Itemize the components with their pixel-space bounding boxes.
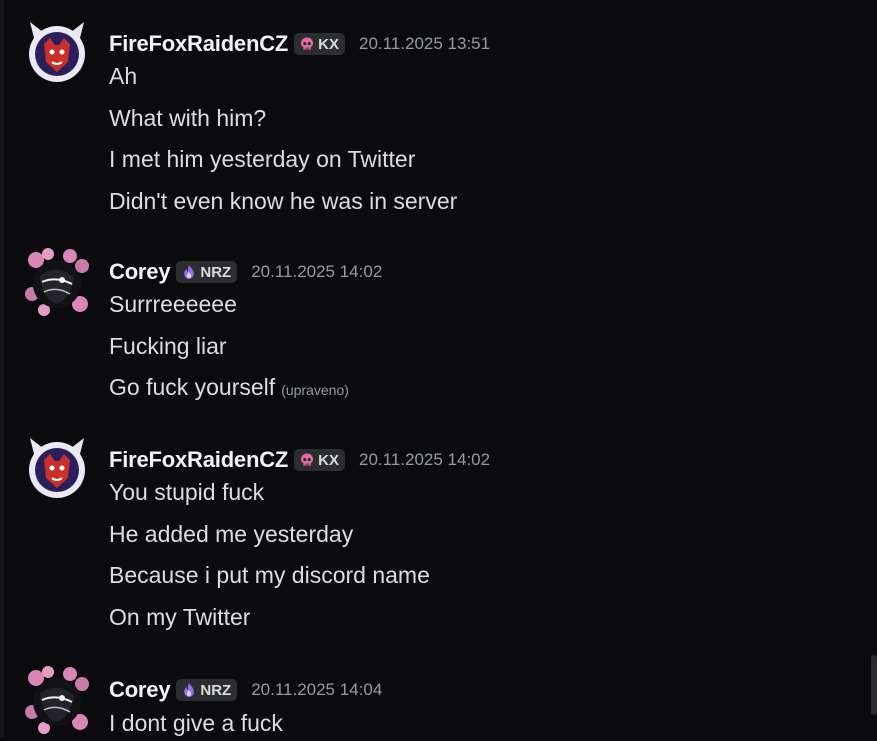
username[interactable]: Corey bbox=[109, 259, 171, 285]
timestamp[interactable]: 20.11.2025 13:51 bbox=[359, 34, 490, 54]
message-header: FireFoxRaidenCZ KX 20.11.2025 14:02 bbox=[109, 446, 490, 474]
message-text: Go fuck yourself bbox=[109, 374, 276, 400]
message-line: He added me yesterday bbox=[109, 521, 354, 547]
edited-label: (upraveno) bbox=[281, 382, 349, 398]
clan-tag-label: NRZ bbox=[200, 681, 232, 699]
message-line: Because i put my discord name bbox=[109, 562, 430, 588]
red-fox-avatar[interactable] bbox=[22, 18, 92, 88]
message-line: You stupid fuck bbox=[109, 479, 265, 505]
message-line: What with him? bbox=[109, 105, 267, 131]
pink-skull-icon bbox=[301, 453, 314, 466]
username[interactable]: Corey bbox=[109, 677, 171, 703]
dark-rose-avatar[interactable] bbox=[22, 666, 92, 736]
message-line: I dont give a fuck bbox=[109, 710, 283, 736]
clan-tag-label: KX bbox=[318, 35, 339, 53]
message-header: Corey NRZ 20.11.2025 14:02 bbox=[109, 258, 382, 286]
chat-left-border bbox=[0, 0, 4, 738]
message-line: On my Twitter bbox=[109, 604, 251, 630]
clan-tag[interactable]: NRZ bbox=[176, 679, 238, 701]
message-header: Corey NRZ 20.11.2025 14:04 bbox=[109, 676, 382, 704]
message-line: Go fuck yourself (upraveno) bbox=[109, 372, 349, 405]
message-line: Fucking liar bbox=[109, 333, 227, 359]
username[interactable]: FireFoxRaidenCZ bbox=[109, 447, 288, 473]
message-line: Surrreeeeee bbox=[109, 291, 237, 317]
clan-tag[interactable]: NRZ bbox=[176, 261, 238, 283]
message-header: FireFoxRaidenCZ KX 20.11.2025 13:51 bbox=[109, 30, 490, 58]
message-line: Didn't even know he was in server bbox=[109, 188, 458, 214]
clan-tag[interactable]: KX bbox=[294, 449, 345, 471]
username[interactable]: FireFoxRaidenCZ bbox=[109, 31, 288, 57]
timestamp[interactable]: 20.11.2025 14:02 bbox=[359, 450, 490, 470]
pink-skull-icon bbox=[301, 37, 314, 50]
timestamp[interactable]: 20.11.2025 14:02 bbox=[251, 262, 382, 282]
purple-flame-icon bbox=[184, 683, 195, 697]
clan-tag[interactable]: KX bbox=[294, 33, 345, 55]
scrollbar-thumb[interactable] bbox=[871, 655, 877, 715]
dark-rose-avatar[interactable] bbox=[22, 248, 92, 318]
message-line: I met him yesterday on Twitter bbox=[109, 146, 416, 172]
red-fox-avatar[interactable] bbox=[22, 434, 92, 504]
clan-tag-label: NRZ bbox=[200, 263, 232, 281]
message-line: Ah bbox=[109, 63, 138, 89]
clan-tag-label: KX bbox=[318, 451, 339, 469]
timestamp[interactable]: 20.11.2025 14:04 bbox=[251, 680, 382, 700]
purple-flame-icon bbox=[184, 265, 195, 279]
